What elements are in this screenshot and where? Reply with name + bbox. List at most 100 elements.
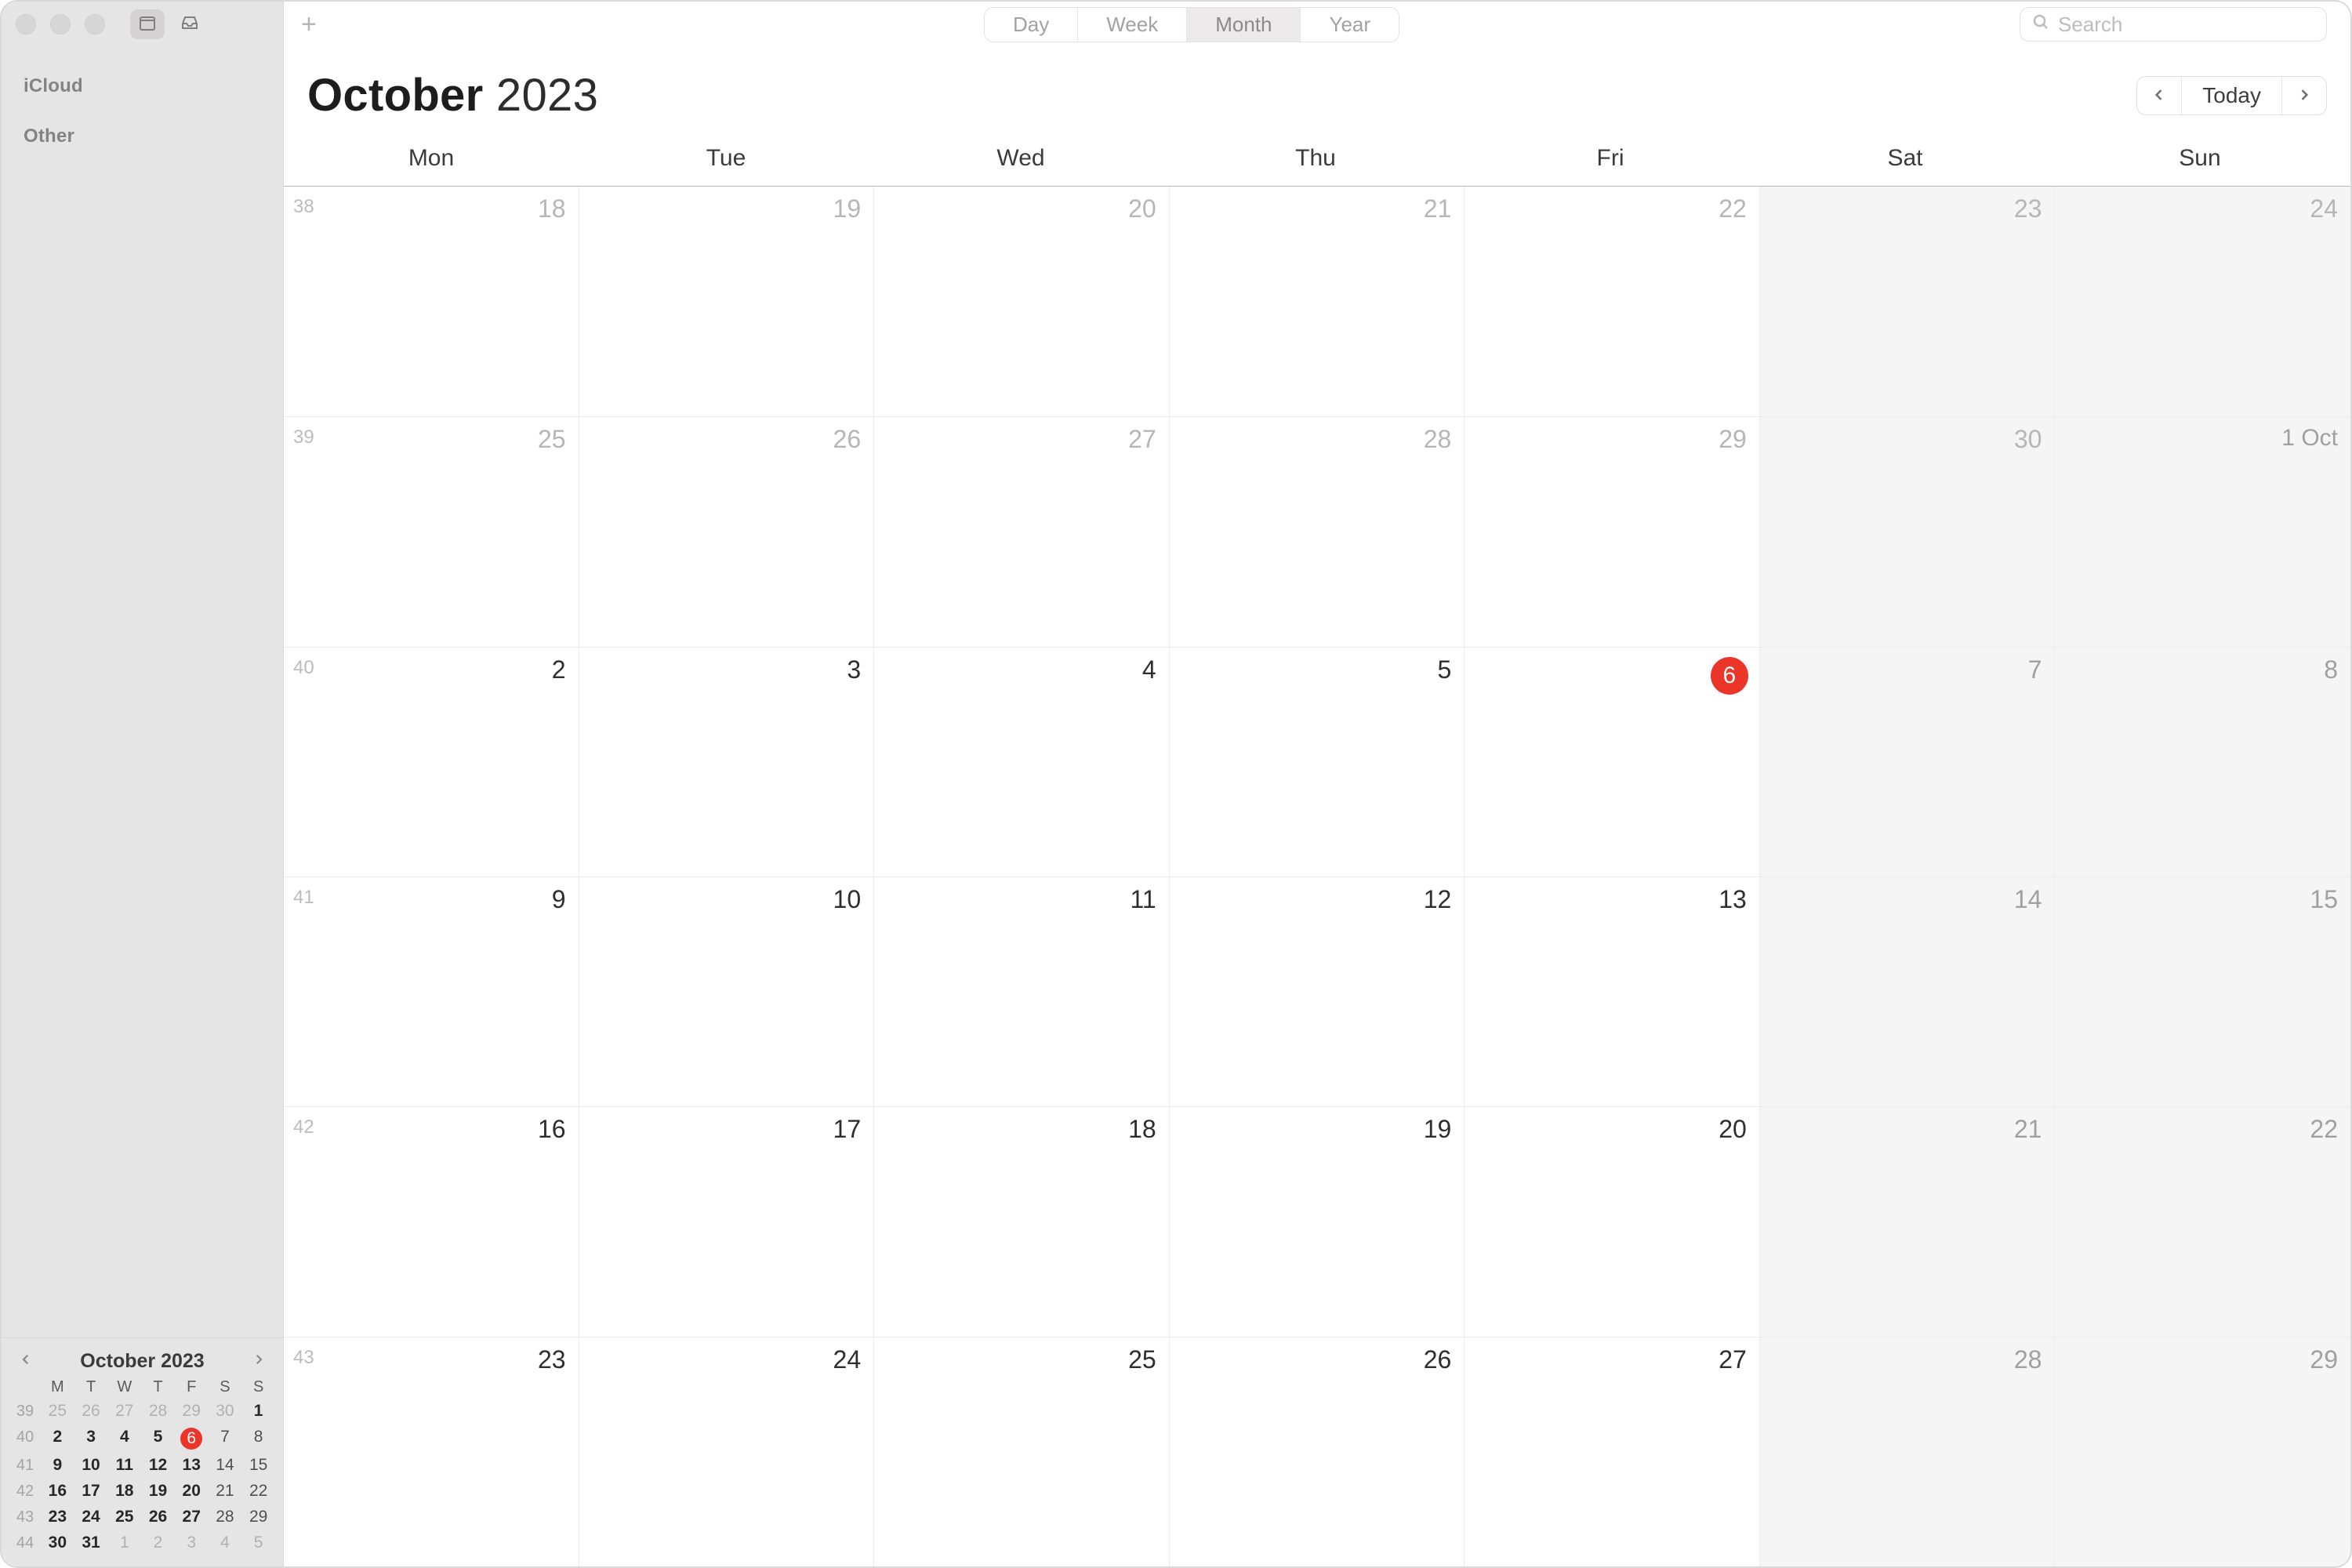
day-cell[interactable]: 17 <box>579 1107 875 1336</box>
day-cell[interactable]: 6 <box>1465 648 1760 877</box>
day-cell[interactable]: 1 Oct <box>2055 417 2350 646</box>
day-cell[interactable]: 30 <box>1760 417 2056 646</box>
calendars-toggle[interactable] <box>130 9 165 39</box>
mini-day[interactable]: 12 <box>141 1454 175 1478</box>
mini-day[interactable]: 29 <box>241 1505 275 1530</box>
day-cell[interactable]: 402 <box>284 648 579 877</box>
mini-day[interactable]: 30 <box>41 1531 74 1555</box>
prev-month-button[interactable] <box>2137 77 2182 114</box>
mini-day[interactable]: 26 <box>141 1505 175 1530</box>
day-cell[interactable]: 4 <box>874 648 1170 877</box>
day-cell[interactable]: 24 <box>579 1338 875 1566</box>
day-cell[interactable]: 4323 <box>284 1338 579 1566</box>
day-cell[interactable]: 13 <box>1465 877 1760 1106</box>
day-cell[interactable]: 7 <box>1760 648 2056 877</box>
day-cell[interactable]: 5 <box>1170 648 1465 877</box>
mini-day[interactable]: 28 <box>209 1505 242 1530</box>
inbox-button[interactable] <box>172 9 207 39</box>
sidebar-section-other[interactable]: Other <box>19 111 266 162</box>
day-cell[interactable]: 29 <box>1465 417 1760 646</box>
day-cell[interactable]: 19 <box>1170 1107 1465 1336</box>
mini-day[interactable]: 19 <box>141 1479 175 1504</box>
minimize-window[interactable] <box>50 14 71 34</box>
mini-day[interactable]: 25 <box>41 1399 74 1424</box>
mini-day[interactable]: 1 <box>241 1399 275 1424</box>
day-cell[interactable]: 28 <box>1170 417 1465 646</box>
day-cell[interactable]: 21 <box>1170 187 1465 416</box>
mini-day[interactable]: 18 <box>107 1479 141 1504</box>
mini-next-button[interactable] <box>247 1349 270 1374</box>
day-cell[interactable]: 20 <box>1465 1107 1760 1336</box>
mini-day[interactable]: 2 <box>41 1425 74 1452</box>
mini-day[interactable]: 17 <box>74 1479 108 1504</box>
day-cell[interactable]: 28 <box>1760 1338 2056 1566</box>
day-cell[interactable]: 27 <box>874 417 1170 646</box>
mini-day[interactable]: 13 <box>175 1454 209 1478</box>
day-cell[interactable]: 29 <box>2055 1338 2350 1566</box>
day-cell[interactable]: 18 <box>874 1107 1170 1336</box>
mini-day[interactable]: 8 <box>241 1425 275 1452</box>
day-cell[interactable]: 419 <box>284 877 579 1106</box>
view-week[interactable]: Week <box>1078 8 1187 42</box>
mini-day[interactable]: 16 <box>41 1479 74 1504</box>
mini-day[interactable]: 30 <box>209 1399 242 1424</box>
zoom-window[interactable] <box>85 14 105 34</box>
day-cell[interactable]: 15 <box>2055 877 2350 1106</box>
close-window[interactable] <box>16 14 36 34</box>
mini-day[interactable]: 10 <box>74 1454 108 1478</box>
view-day[interactable]: Day <box>985 8 1078 42</box>
view-year[interactable]: Year <box>1301 8 1399 42</box>
day-cell[interactable]: 11 <box>874 877 1170 1106</box>
mini-day[interactable]: 22 <box>241 1479 275 1504</box>
day-cell[interactable]: 21 <box>1760 1107 2056 1336</box>
mini-day[interactable]: 28 <box>141 1399 175 1424</box>
day-cell[interactable]: 10 <box>579 877 875 1106</box>
day-cell[interactable]: 22 <box>2055 1107 2350 1336</box>
mini-day[interactable]: 9 <box>41 1454 74 1478</box>
mini-day[interactable]: 3 <box>175 1531 209 1555</box>
day-cell[interactable]: 8 <box>2055 648 2350 877</box>
day-cell[interactable]: 14 <box>1760 877 2056 1106</box>
day-cell[interactable]: 4216 <box>284 1107 579 1336</box>
mini-day[interactable]: 7 <box>209 1425 242 1452</box>
day-cell[interactable]: 12 <box>1170 877 1465 1106</box>
sidebar-section-icloud[interactable]: iCloud <box>19 61 266 111</box>
mini-day[interactable]: 5 <box>141 1425 175 1452</box>
new-event-button[interactable]: + <box>301 11 317 38</box>
mini-day[interactable]: 14 <box>209 1454 242 1478</box>
today-button[interactable]: Today <box>2182 77 2282 114</box>
mini-day[interactable]: 5 <box>241 1531 275 1555</box>
mini-day[interactable]: 31 <box>74 1531 108 1555</box>
day-cell[interactable]: 3925 <box>284 417 579 646</box>
day-cell[interactable]: 3 <box>579 648 875 877</box>
mini-day[interactable]: 3 <box>74 1425 108 1452</box>
day-cell[interactable]: 24 <box>2055 187 2350 416</box>
next-month-button[interactable] <box>2282 77 2326 114</box>
mini-day[interactable]: 25 <box>107 1505 141 1530</box>
day-cell[interactable]: 22 <box>1465 187 1760 416</box>
mini-day[interactable]: 15 <box>241 1454 275 1478</box>
mini-day[interactable]: 11 <box>107 1454 141 1478</box>
mini-day[interactable]: 4 <box>107 1425 141 1452</box>
mini-day[interactable]: 1 <box>107 1531 141 1555</box>
mini-day[interactable]: 24 <box>74 1505 108 1530</box>
mini-day[interactable]: 26 <box>74 1399 108 1424</box>
mini-day[interactable]: 6 <box>175 1425 209 1452</box>
day-cell[interactable]: 25 <box>874 1338 1170 1566</box>
day-cell[interactable]: 3818 <box>284 187 579 416</box>
day-cell[interactable]: 23 <box>1760 187 2056 416</box>
mini-prev-button[interactable] <box>14 1349 38 1374</box>
mini-day[interactable]: 23 <box>41 1505 74 1530</box>
mini-day[interactable]: 29 <box>175 1399 209 1424</box>
day-cell[interactable]: 19 <box>579 187 875 416</box>
mini-day[interactable]: 20 <box>175 1479 209 1504</box>
mini-day[interactable]: 4 <box>209 1531 242 1555</box>
view-month[interactable]: Month <box>1187 8 1301 42</box>
day-cell[interactable]: 26 <box>579 417 875 646</box>
day-cell[interactable]: 26 <box>1170 1338 1465 1566</box>
mini-day[interactable]: 2 <box>141 1531 175 1555</box>
search-field[interactable]: Search <box>2020 7 2327 42</box>
mini-day[interactable]: 27 <box>175 1505 209 1530</box>
day-cell[interactable]: 27 <box>1465 1338 1760 1566</box>
day-cell[interactable]: 20 <box>874 187 1170 416</box>
